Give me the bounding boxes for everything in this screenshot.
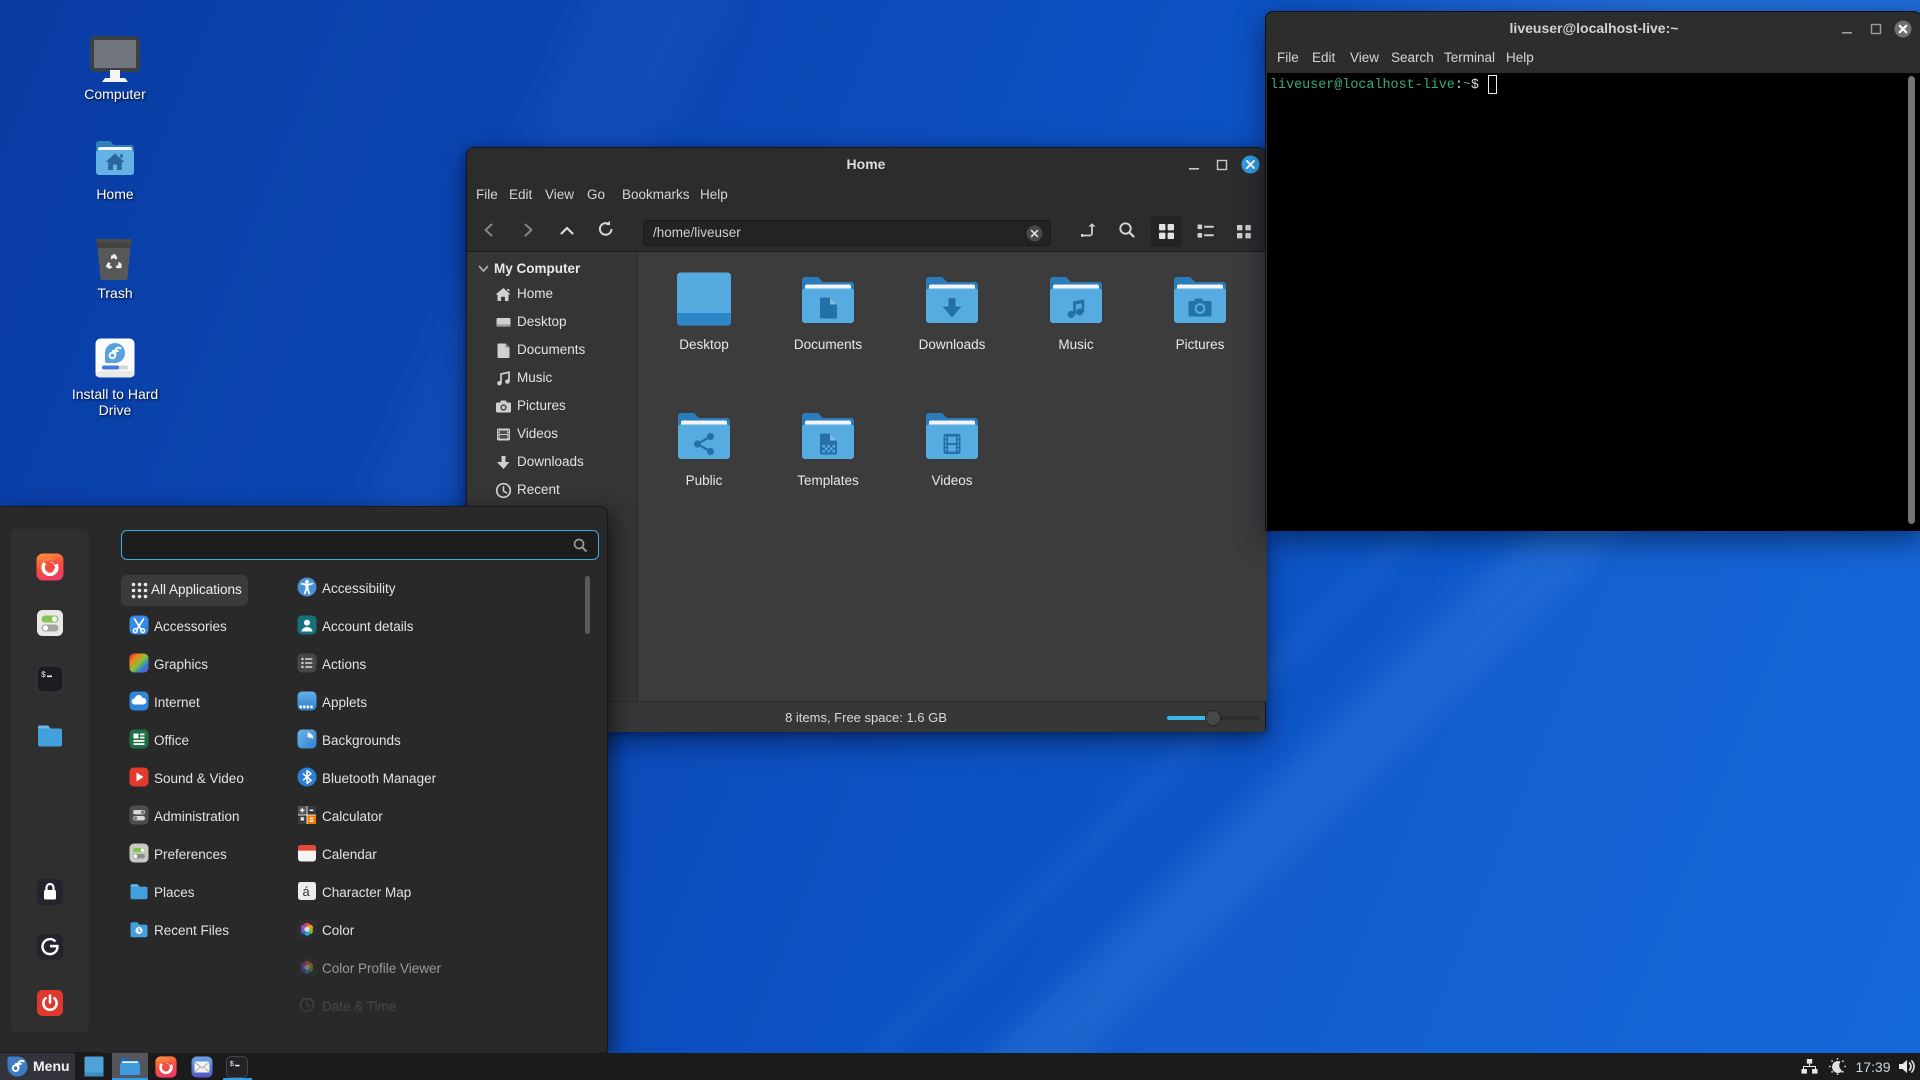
svg-text:á: á: [303, 884, 311, 899]
svg-text:$: $: [230, 1061, 235, 1069]
svg-text:$: $: [41, 671, 46, 680]
